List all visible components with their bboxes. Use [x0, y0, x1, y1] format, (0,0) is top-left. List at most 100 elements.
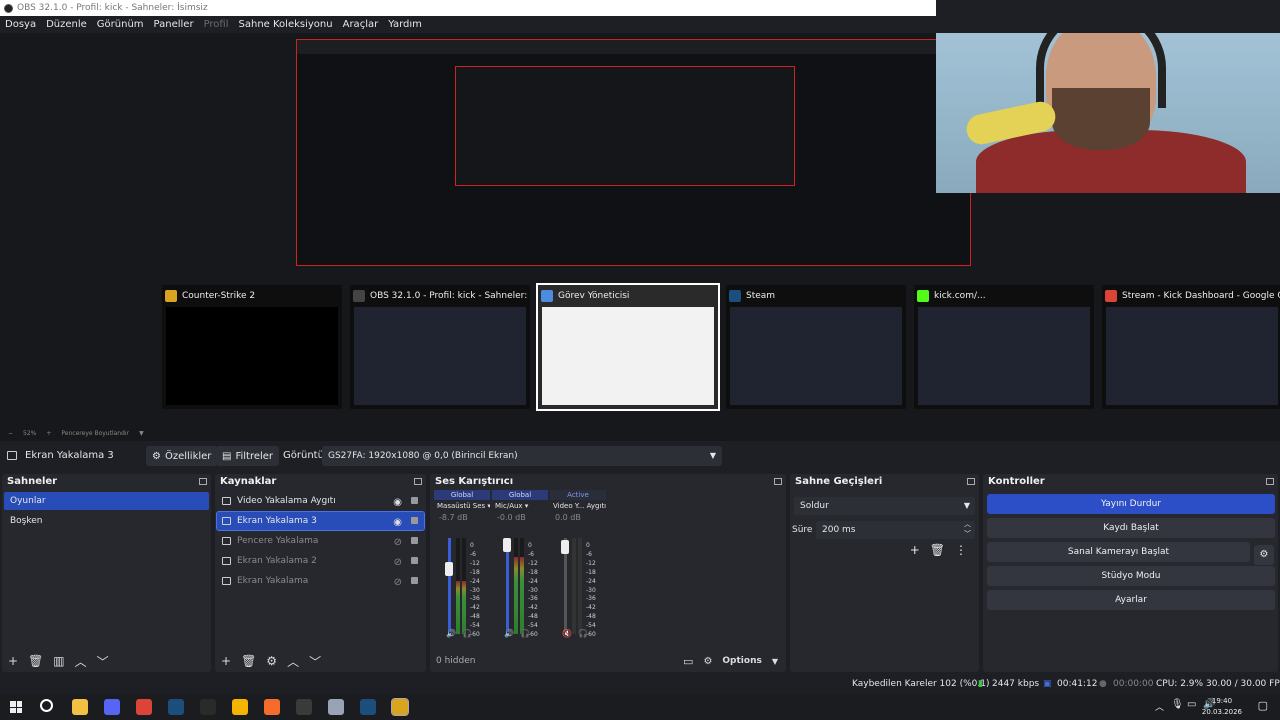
menu-7[interactable]: Yardım — [383, 19, 427, 30]
discord-icon[interactable] — [104, 699, 120, 715]
transition-select[interactable]: Soldur ▼ — [794, 497, 975, 515]
spin-arrows-icon[interactable]: ︿ ﹀ — [964, 519, 971, 539]
notification-icon[interactable]: ▢ — [1258, 699, 1268, 712]
obs-icon[interactable] — [296, 699, 312, 715]
menu-6[interactable]: Araçlar — [338, 19, 384, 30]
chevron-down-icon[interactable]: ▾ — [485, 502, 490, 510]
control-button-0[interactable]: Yayını Durdur — [987, 494, 1275, 514]
windows-start-icon[interactable] — [10, 701, 22, 713]
more-options-icon[interactable]: ⋮ — [955, 543, 967, 557]
control-button-4[interactable]: Ayarlar — [987, 590, 1275, 610]
lock-icon[interactable] — [411, 497, 418, 504]
display-select[interactable]: GS27FA: 1920x1080 @ 0,0 (Birincil Ekran)… — [322, 446, 722, 466]
eye-off-icon[interactable]: ⊘ — [394, 574, 402, 592]
zoom-out-button[interactable]: − — [8, 430, 13, 437]
scene-item[interactable]: Oyunlar — [4, 492, 209, 510]
undock-icon[interactable] — [414, 478, 422, 485]
microphone-icon[interactable]: 🎙 — [1171, 699, 1184, 710]
undock-icon[interactable] — [967, 478, 975, 485]
mixer-settings-icon[interactable]: ⚙ — [703, 656, 712, 667]
preview-canvas[interactable]: Counter-Strike 2 OBS 32.1.0 - Profil: kic… — [0, 33, 1280, 425]
options-button[interactable]: Options — [722, 656, 761, 666]
alt-tab-window[interactable]: OBS 32.1.0 - Profil: kick - Sahneler: İs… — [350, 285, 530, 409]
source-item[interactable]: Ekran Yakalama 3 ◉ — [216, 511, 425, 532]
alt-tab-window[interactable]: Stream - Kick Dashboard - Google Chr... — [1102, 285, 1280, 409]
filters-button[interactable]: ▤ Filtreler — [216, 446, 280, 466]
source-item[interactable]: Ekran Yakalama ⊘ — [217, 572, 424, 590]
alt-tab-window[interactable]: Görev Yöneticisi — [536, 283, 720, 411]
chevron-down-icon[interactable]: ▼ — [772, 657, 778, 666]
scene-filters-button[interactable]: ▥ — [53, 654, 64, 668]
move-down-button[interactable]: ﹀ — [309, 653, 321, 670]
control-button-1[interactable]: Kaydı Başlat — [987, 518, 1275, 538]
properties-button[interactable]: ⚙ Özellikler — [146, 446, 218, 466]
mixer-channel-name[interactable]: Video Y... Aygıtı ▾ — [550, 500, 606, 512]
eye-icon[interactable]: ◉ — [393, 494, 402, 512]
gear-icon[interactable]: ⚙ — [1254, 545, 1274, 565]
network-icon[interactable]: ▭ — [1187, 699, 1196, 710]
headphones-icon[interactable]: 🎧 — [520, 629, 530, 638]
epic-games-icon[interactable] — [200, 699, 216, 715]
lock-icon[interactable] — [411, 557, 418, 564]
rockstar-icon[interactable] — [232, 699, 248, 715]
alt-tab-window[interactable]: Steam — [726, 285, 906, 409]
origin-icon[interactable] — [264, 699, 280, 715]
control-button-2[interactable]: Sanal Kamerayı Başlat — [987, 542, 1250, 562]
layout-icon[interactable]: ▭ — [683, 655, 693, 668]
add-transition-button[interactable]: + — [910, 543, 920, 557]
undock-icon[interactable] — [1266, 478, 1274, 485]
undock-icon[interactable] — [774, 478, 782, 485]
source-item[interactable]: Video Yakalama Aygıtı ◉ — [217, 492, 424, 510]
zoom-fit-label[interactable]: Pencereye Boyutlandır — [61, 430, 129, 437]
lock-icon[interactable] — [411, 517, 418, 524]
headphones-icon[interactable]: 🎧 — [578, 629, 588, 638]
menu-4[interactable]: Profil — [199, 19, 234, 30]
volume-slider[interactable] — [506, 538, 509, 634]
cs2-icon[interactable] — [391, 698, 409, 716]
move-down-button[interactable]: ﹀ — [97, 653, 109, 670]
eye-off-icon[interactable]: ⊘ — [394, 554, 402, 572]
search-icon[interactable] — [40, 699, 53, 712]
control-button-3[interactable]: Stüdyo Modu — [987, 566, 1275, 586]
steam-icon[interactable] — [360, 699, 376, 715]
remove-transition-button[interactable]: 🗑 — [930, 543, 945, 557]
volume-slider-handle[interactable] — [561, 540, 569, 554]
taskbar-clock[interactable]: 19:40 20.03.2026 — [1202, 696, 1242, 718]
menu-3[interactable]: Paneller — [149, 19, 199, 30]
mixer-channel-name[interactable]: Mic/Aux ▾ — [492, 500, 548, 512]
zoom-in-button[interactable]: + — [46, 430, 51, 437]
add-source-button[interactable]: + — [221, 654, 231, 668]
chevron-down-icon[interactable]: ▾ — [523, 502, 529, 510]
steam-icon[interactable] — [168, 699, 184, 715]
move-up-button[interactable]: ︿ — [75, 653, 87, 670]
mixer-channel-name[interactable]: Masaüstü Ses ▾ — [434, 500, 490, 512]
lock-icon[interactable] — [411, 537, 418, 544]
zoom-dropdown-icon[interactable]: ▼ — [139, 430, 144, 437]
eye-icon[interactable]: ◉ — [393, 514, 402, 532]
menu-5[interactable]: Sahne Koleksiyonu — [234, 19, 338, 30]
move-up-button[interactable]: ︿ — [287, 653, 299, 670]
chrome-icon[interactable] — [136, 699, 152, 715]
alt-tab-switcher[interactable]: Counter-Strike 2 OBS 32.1.0 - Profil: kic… — [162, 283, 1280, 411]
source-item[interactable]: Pencere Yakalama ⊘ — [217, 532, 424, 550]
eye-off-icon[interactable]: ⊘ — [394, 534, 402, 552]
undock-icon[interactable] — [199, 478, 207, 485]
alt-tab-window[interactable]: kick.com/... — [914, 285, 1094, 409]
speaker-icon[interactable]: 🔊 — [504, 629, 514, 638]
add-scene-button[interactable]: + — [8, 654, 18, 668]
source-properties-button[interactable]: ⚙ — [266, 654, 277, 668]
headphones-icon[interactable]: 🎧 — [462, 629, 472, 638]
tray-chevron-icon[interactable]: ︿ — [1155, 700, 1164, 713]
menu-2[interactable]: Görünüm — [92, 19, 149, 30]
remove-source-button[interactable]: 🗑 — [241, 654, 256, 668]
menu-1[interactable]: Düzenle — [41, 19, 92, 30]
lock-icon[interactable] — [411, 577, 418, 584]
alt-tab-window[interactable]: Counter-Strike 2 — [162, 285, 342, 409]
muted-speaker-icon[interactable]: 🔇 — [562, 629, 572, 638]
volume-slider-handle[interactable] — [503, 538, 511, 552]
scene-item[interactable]: Boşken — [4, 512, 209, 530]
source-item[interactable]: Ekran Yakalama 2 ⊘ — [217, 552, 424, 570]
app-icon[interactable] — [328, 699, 344, 715]
volume-slider[interactable] — [448, 538, 451, 634]
file-explorer-icon[interactable] — [72, 699, 88, 715]
